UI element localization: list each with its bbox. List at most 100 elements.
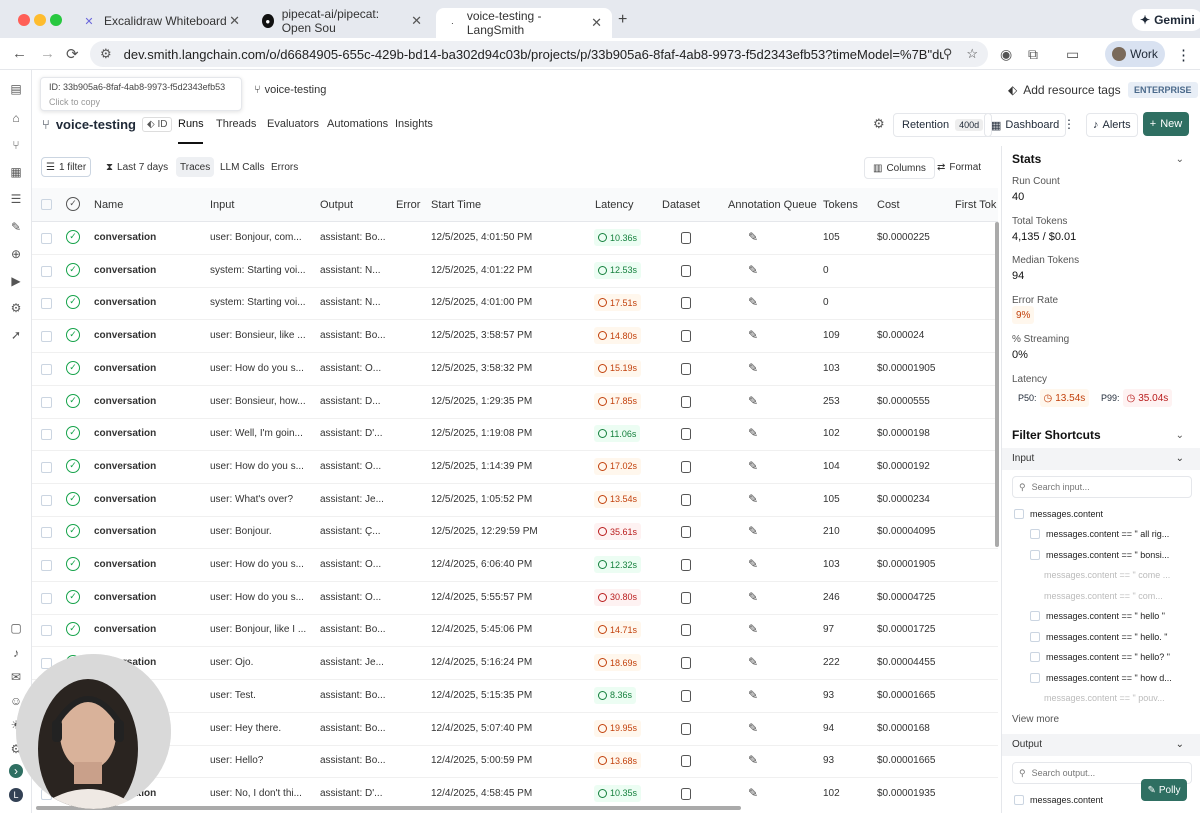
new-button[interactable]: + New <box>1143 112 1189 136</box>
tab-runs[interactable]: Runs <box>178 118 204 130</box>
filter-option[interactable]: messages.content == " come ... <box>1044 570 1170 580</box>
cell-name[interactable]: conversation <box>94 526 156 537</box>
id-badge[interactable]: ⬖ ID <box>142 117 173 132</box>
table-row[interactable]: ✓ conversation user: Bonjour. assistant: Ç.… <box>32 516 998 550</box>
table-row[interactable]: ✓ conversation user: How do you s... assist… <box>32 451 998 484</box>
cell-name[interactable]: conversation <box>94 232 156 243</box>
dataset-icon[interactable] <box>681 526 691 539</box>
pencil-icon[interactable]: ✎ <box>748 655 758 669</box>
dataset-icon[interactable] <box>681 624 691 637</box>
code-icon[interactable]: › <box>9 764 23 778</box>
alerts-button[interactable]: ♪ Alerts <box>1086 113 1138 137</box>
notifications-icon[interactable]: ♪ <box>9 646 23 660</box>
pencil-icon[interactable]: ✎ <box>748 295 758 309</box>
field-checkbox[interactable] <box>1014 795 1024 805</box>
view-traces-toggle[interactable]: Traces <box>176 157 215 177</box>
input-section-header[interactable]: Input ⌄ <box>1002 448 1200 470</box>
option-checkbox[interactable] <box>1030 611 1040 621</box>
tab-automations[interactable]: Automations <box>327 118 388 130</box>
browser-tab-github[interactable]: ● pipecat-ai/pipecat: Open Sou ✕ <box>252 6 432 36</box>
cell-name[interactable]: conversation <box>94 559 156 570</box>
dataset-icon[interactable] <box>681 591 691 604</box>
site-settings-icon[interactable]: ⚙ <box>100 46 112 62</box>
dataset-icon[interactable] <box>681 362 691 375</box>
cell-name[interactable]: conversation <box>94 330 156 341</box>
chevron-down-icon[interactable]: ⌄ <box>1176 154 1184 165</box>
close-window-button[interactable] <box>18 14 30 26</box>
tab-evaluators[interactable]: Evaluators <box>267 118 319 130</box>
table-row[interactable]: ✓ conversation user: How do you s... assist… <box>32 353 998 386</box>
pencil-icon[interactable]: ✎ <box>748 263 758 277</box>
cell-name[interactable]: conversation <box>94 428 156 439</box>
filter-option[interactable]: messages.content == " com... <box>1044 591 1163 601</box>
gear-icon[interactable]: ⚙ <box>873 116 885 132</box>
dataset-icon[interactable] <box>681 755 691 768</box>
pencil-icon[interactable]: ✎ <box>748 590 758 604</box>
cell-name[interactable]: conversation <box>94 592 156 603</box>
pencil-icon[interactable]: ✎ <box>748 328 758 342</box>
table-row[interactable]: ✓conversationuser: No, I don't thi...ass… <box>32 778 998 808</box>
docs-icon[interactable]: ▢ <box>9 621 23 635</box>
table-row[interactable]: ✓conversationuser: Hello?assistant: Bo..… <box>32 745 998 779</box>
table-row[interactable]: ✓ conversation user: Bonjour, com... assist… <box>32 222 998 255</box>
pencil-icon[interactable]: ✎ <box>748 688 758 702</box>
date-range-button[interactable]: ⧗ Last 7 days <box>102 157 172 177</box>
filter-option[interactable]: messages.content == " hello? " <box>1030 652 1170 662</box>
col-dataset[interactable]: Dataset <box>662 199 700 211</box>
format-button[interactable]: ⇄ Format <box>933 157 985 177</box>
row-checkbox[interactable] <box>41 494 52 506</box>
zoom-icon[interactable]: ⚲ <box>943 46 953 62</box>
url-field[interactable]: ⚙ dev.smith.langchain.com/o/d6684905-655… <box>90 41 988 67</box>
row-checkbox[interactable] <box>41 592 52 604</box>
cell-name[interactable]: conversation <box>94 494 156 505</box>
home-icon[interactable]: ⌂ <box>9 111 23 125</box>
dataset-icon[interactable] <box>681 689 691 702</box>
option-checkbox[interactable] <box>1030 549 1040 560</box>
cell-name[interactable]: conversation <box>94 297 156 308</box>
retention-button[interactable]: Retention 400d <box>893 113 993 137</box>
puzzle-icon[interactable]: ⧉ <box>1028 46 1038 63</box>
breadcrumb-project[interactable]: voice-testing <box>265 84 327 96</box>
select-all-checkbox[interactable] <box>41 199 52 210</box>
pencil-icon[interactable]: ✎ <box>748 492 758 506</box>
row-checkbox[interactable] <box>41 625 52 637</box>
table-row[interactable]: ✓conversationuser: Hey there.assistant: … <box>32 713 998 746</box>
minimize-window-button[interactable] <box>34 14 46 26</box>
new-tab-button[interactable]: + <box>618 11 627 29</box>
dataset-icon[interactable] <box>681 559 691 571</box>
profile-button[interactable]: Work <box>1105 41 1165 67</box>
col-error[interactable]: Error <box>396 199 420 211</box>
table-row[interactable]: ✓ conversation user: How do you s... assist… <box>32 549 998 582</box>
view-llm-calls-toggle[interactable]: LLM Calls <box>216 157 268 177</box>
row-checkbox[interactable] <box>41 461 52 473</box>
sidebar-toggle-icon[interactable]: ▤ <box>9 82 23 96</box>
table-row[interactable]: ✓ conversation system: Starting voi... assi… <box>32 255 998 288</box>
mail-icon[interactable]: ✉ <box>9 670 23 684</box>
pencil-icon[interactable]: ✎ <box>748 230 758 244</box>
table-row[interactable]: ✓ conversation user: Bonjour, like I ... as… <box>32 614 998 648</box>
datasets-icon[interactable]: ☰ <box>9 192 23 206</box>
row-checkbox[interactable] <box>41 331 52 343</box>
option-checkbox[interactable] <box>1030 529 1040 539</box>
pencil-icon[interactable]: ✎ <box>748 524 758 538</box>
field-checkbox[interactable] <box>1014 509 1024 519</box>
extension-icon[interactable]: ◉ <box>1000 46 1012 63</box>
table-row[interactable]: ✓ conversation system: Starting voi... assi… <box>32 287 998 321</box>
output-section-header[interactable]: Output ⌄ <box>1002 734 1200 756</box>
gemini-button[interactable]: ✦ Gemini <box>1132 9 1200 31</box>
pencil-icon[interactable]: ✎ <box>748 753 758 767</box>
col-cost[interactable]: Cost <box>877 199 900 211</box>
cell-name[interactable]: conversation <box>94 363 156 374</box>
pencil-icon[interactable]: ✎ <box>748 786 758 800</box>
row-checkbox[interactable] <box>41 527 52 539</box>
field-group[interactable]: messages.content <box>1014 509 1103 519</box>
deploy-icon[interactable]: ➚ <box>9 328 23 342</box>
columns-button[interactable]: ▥ Columns <box>864 157 935 179</box>
maximize-window-button[interactable] <box>50 14 62 26</box>
cell-name[interactable]: conversation <box>94 396 156 407</box>
option-checkbox[interactable] <box>1030 631 1040 642</box>
chevron-down-icon[interactable]: ⌄ <box>1176 430 1184 441</box>
table-row[interactable]: ✓conversationuser: Test.assistant: Bo...… <box>32 680 998 713</box>
table-vertical-scrollbar[interactable] <box>995 222 999 547</box>
output-field-group[interactable]: messages.content <box>1014 795 1103 805</box>
